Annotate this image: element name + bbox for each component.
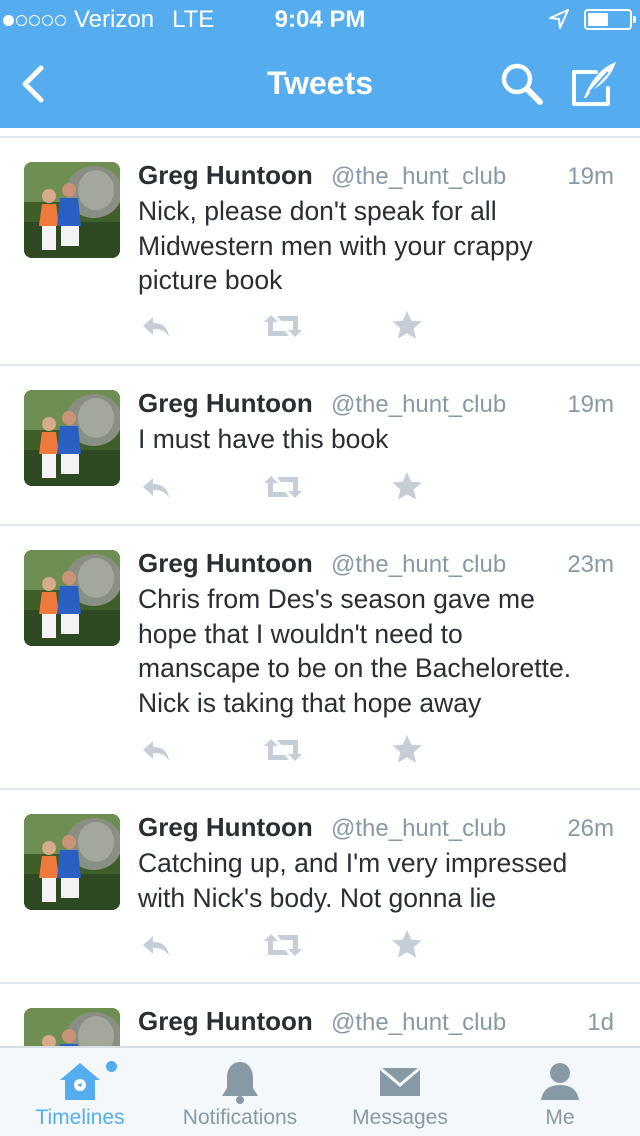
status-bar: Verizon LTE 9:04 PM xyxy=(0,0,640,40)
tab-notifications[interactable]: Notifications xyxy=(160,1048,320,1136)
author-name[interactable]: Greg Huntoon xyxy=(138,548,313,579)
status-right xyxy=(548,8,636,30)
compose-tweet-icon[interactable] xyxy=(570,58,620,108)
avatar[interactable] xyxy=(24,390,120,486)
tweet-item[interactable]: Greg Huntoon @the_hunt_club 19m I must h… xyxy=(0,368,640,526)
tweet-item[interactable]: Greg Huntoon @the_hunt_club 23m Chris fr… xyxy=(0,528,640,790)
tweet-timestamp: 26m xyxy=(567,815,614,842)
tweet-item[interactable]: Greg Huntoon @the_hunt_club 1d xyxy=(0,986,640,1046)
favorite-star-icon[interactable] xyxy=(391,929,423,959)
favorite-star-icon[interactable] xyxy=(391,310,423,340)
retweet-icon[interactable] xyxy=(263,930,303,960)
tweet-timestamp: 1d xyxy=(587,1009,614,1036)
reply-icon[interactable] xyxy=(139,930,173,960)
tweet-text: Chris from Des's season gave me hope tha… xyxy=(138,584,572,718)
tweet-timestamp: 19m xyxy=(567,391,614,418)
favorite-star-icon[interactable] xyxy=(391,471,423,501)
new-content-dot xyxy=(106,1061,117,1072)
author-handle[interactable]: @the_hunt_club xyxy=(331,551,506,579)
battery-icon xyxy=(584,8,636,30)
avatar[interactable] xyxy=(24,550,120,646)
tab-me[interactable]: Me xyxy=(480,1048,640,1136)
tweet-item[interactable]: Greg Huntoon @the_hunt_club 26m Catching… xyxy=(0,792,640,984)
tweet-timeline[interactable]: Greg Huntoon @the_hunt_club 19m Nick, pl… xyxy=(0,128,640,1046)
reply-icon[interactable] xyxy=(139,311,173,341)
author-name[interactable]: Greg Huntoon xyxy=(138,812,313,843)
top-bar: Verizon LTE 9:04 PM Tweets xyxy=(0,0,640,128)
author-name[interactable]: Greg Huntoon xyxy=(138,160,313,191)
avatar[interactable] xyxy=(24,162,120,258)
tab-label: Notifications xyxy=(182,1106,298,1129)
tweet-timestamp: 23m xyxy=(567,551,614,578)
tab-messages[interactable]: Messages xyxy=(320,1048,480,1136)
home-icon xyxy=(60,1063,100,1100)
bell-icon xyxy=(222,1062,258,1104)
retweet-icon[interactable] xyxy=(263,472,303,502)
tab-label: Me xyxy=(545,1106,575,1129)
tweet-timestamp: 19m xyxy=(567,163,614,190)
tab-bar: Timelines Notifications Messages Me xyxy=(0,1046,640,1136)
tweet-text: Nick, please don't speak for all Midwest… xyxy=(138,196,533,295)
tweet-item[interactable]: Greg Huntoon @the_hunt_club 19m Nick, pl… xyxy=(0,140,640,366)
author-name[interactable]: Greg Huntoon xyxy=(138,388,313,419)
reply-icon[interactable] xyxy=(139,472,173,502)
author-handle[interactable]: @the_hunt_club xyxy=(331,163,506,191)
author-handle[interactable]: @the_hunt_club xyxy=(331,391,506,419)
tab-label: Messages xyxy=(352,1106,448,1129)
author-handle[interactable]: @the_hunt_club xyxy=(331,815,506,843)
tab-timelines[interactable]: Timelines xyxy=(0,1048,160,1136)
envelope-icon xyxy=(379,1066,421,1096)
avatar[interactable] xyxy=(24,814,120,910)
favorite-star-icon[interactable] xyxy=(391,734,423,764)
author-handle[interactable]: @the_hunt_club xyxy=(331,1009,506,1037)
nav-bar: Tweets xyxy=(0,40,640,128)
location-arrow-icon xyxy=(549,9,569,29)
tweet-text: I must have this book xyxy=(138,424,389,454)
tweet-text: Catching up, and I'm very impressed with… xyxy=(138,848,568,913)
search-icon[interactable] xyxy=(498,60,546,108)
reply-icon[interactable] xyxy=(139,735,173,765)
retweet-icon[interactable] xyxy=(263,735,303,765)
divider xyxy=(0,128,640,138)
person-icon xyxy=(541,1063,579,1100)
retweet-icon[interactable] xyxy=(263,311,303,341)
author-name[interactable]: Greg Huntoon xyxy=(138,1006,313,1037)
avatar[interactable] xyxy=(24,1008,120,1046)
status-time: 9:04 PM xyxy=(274,6,366,33)
tab-label: Timelines xyxy=(35,1106,125,1129)
